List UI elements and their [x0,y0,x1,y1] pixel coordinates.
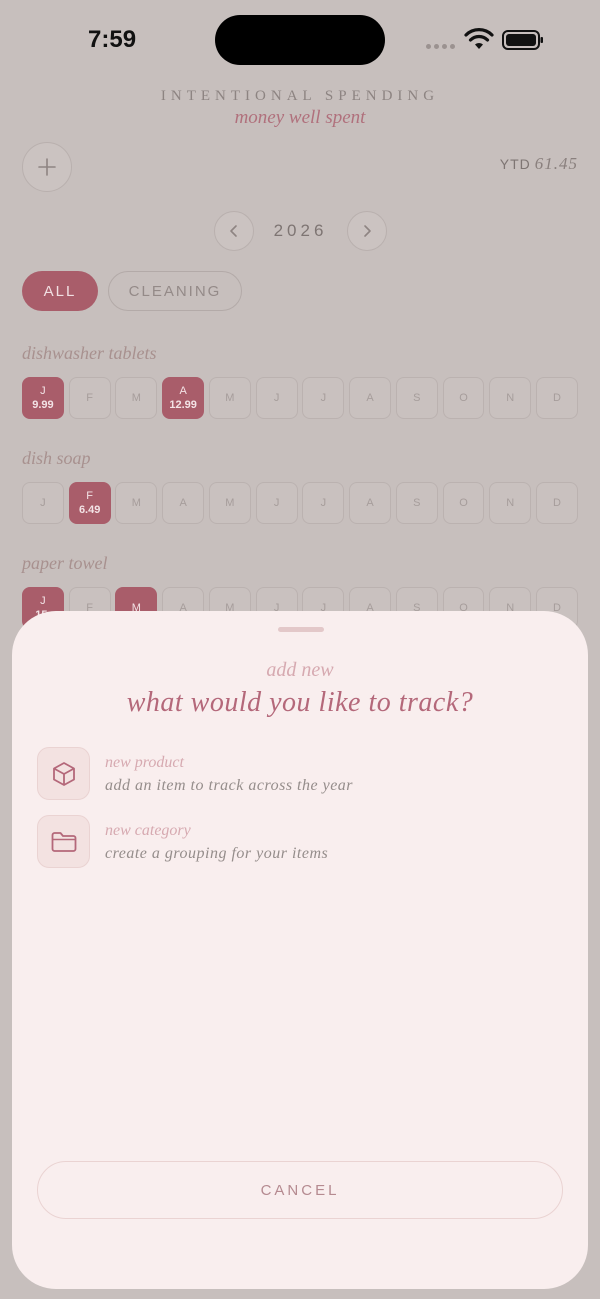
month-letter: M [131,392,141,404]
month-cell[interactable]: D [536,377,578,419]
month-letter: O [459,392,468,404]
month-cell[interactable]: A [349,482,391,524]
month-letter: J [40,497,46,509]
month-letter: J [273,392,280,404]
app-header: INTENTIONAL SPENDING money well spent [0,88,600,129]
month-letter: J [320,392,327,404]
month-letter: J [273,497,280,509]
month-cell[interactable]: S [395,482,438,524]
month-cell[interactable]: J [255,377,298,419]
battery-icon [502,30,543,50]
product-name[interactable]: dishwasher tablets [22,343,578,369]
month-letter: J [320,497,327,509]
month-cell[interactable]: N [489,377,532,419]
wifi-icon [464,28,494,49]
month-cell[interactable]: F [68,377,111,419]
month-letter: J [40,385,46,397]
month-amount: 6.49 [78,504,101,516]
month-letter: A [179,497,187,509]
product-row: dish soap J F 6.49 M A M J J A S O N D [22,448,578,524]
product-name[interactable]: dish soap [22,448,578,474]
month-grid: J 9.99 F M A 12.99 M J J A S O N D [22,377,578,419]
month-cell[interactable]: S [395,377,438,419]
status-bar: 7:59 [0,0,600,80]
sheet-title: what would you like to track? [126,687,474,718]
month-cell[interactable]: J [22,482,64,524]
year-label: 2026 [273,221,328,240]
filter-all[interactable]: ALL [22,271,98,311]
app-subtitle: money well spent [234,107,366,128]
year-navigator: 2026 [0,211,600,251]
ytd-label: YTD [499,156,531,172]
add-new-sheet: add new what would you like to track? ne… [12,611,588,1289]
month-cell[interactable]: J [255,482,298,524]
month-letter: J [40,595,46,607]
month-cell[interactable]: F 6.49 [68,482,111,524]
ytd-total: YTD 61.45 [500,154,578,174]
month-letter: F [86,392,94,404]
folder-icon [51,831,76,852]
option-icon-tile [37,815,90,868]
month-letter: D [553,392,561,404]
sheet-grabber[interactable] [278,627,324,632]
month-cell[interactable]: M [115,377,158,419]
month-cell[interactable]: A 12.99 [162,377,205,419]
month-letter: M [225,497,235,509]
new-category-option[interactable]: new category create a grouping for your … [37,815,557,869]
cellular-signal-icon [426,44,455,49]
month-letter: O [459,497,468,509]
option-icon-tile [37,747,90,800]
month-cell[interactable]: J [302,377,345,419]
month-amount: 12.99 [169,399,197,411]
add-button[interactable] [22,142,72,192]
option-title: new product [105,754,184,771]
month-letter: A [179,385,187,397]
month-letter: M [225,392,235,404]
month-cell[interactable]: O [442,377,485,419]
dynamic-island [215,15,385,65]
filter-cleaning[interactable]: CLEANING [108,271,242,311]
month-cell[interactable]: J [302,482,345,524]
month-amount: 9.99 [32,399,54,411]
chevron-right-icon [364,225,371,237]
month-letter: S [413,392,421,404]
month-cell[interactable]: N [489,482,532,524]
product-name[interactable]: paper towel [22,553,578,579]
previous-year-button[interactable] [214,211,254,251]
month-letter: A [366,392,374,404]
sheet-eyebrow: add new [266,659,334,681]
option-description: create a grouping for your items [105,845,329,862]
next-year-button[interactable] [347,211,387,251]
month-letter: N [506,497,515,509]
new-product-option[interactable]: new product add an item to track across … [37,747,557,801]
chevron-left-icon [230,225,237,237]
month-letter: S [413,497,421,509]
cancel-button[interactable]: CANCEL [37,1161,563,1219]
ytd-value: 61.45 [534,154,578,173]
month-cell[interactable]: M [208,482,251,524]
month-cell[interactable]: A [349,377,391,419]
product-row: dishwasher tablets J 9.99 F M A 12.99 M J … [22,343,578,419]
app-title: INTENTIONAL SPENDING [160,88,440,104]
month-letter: A [366,497,374,509]
month-cell[interactable]: A [162,482,205,524]
month-cell[interactable]: O [442,482,485,524]
month-grid: J F 6.49 M A M J J A S O N D [22,482,578,524]
status-time: 7:59 [88,26,137,53]
cube-icon [52,761,75,786]
month-cell[interactable]: J 9.99 [22,377,64,419]
option-title: new category [105,822,191,839]
category-filters: ALL CLEANING [22,271,242,311]
month-letter: F [86,490,94,502]
plus-icon [38,158,56,176]
month-letter: N [506,392,515,404]
month-cell[interactable]: M [115,482,158,524]
month-letter: M [131,497,141,509]
option-description: add an item to track across the year [105,777,354,794]
month-letter: D [553,497,561,509]
month-cell[interactable]: D [536,482,578,524]
month-cell[interactable]: M [208,377,251,419]
